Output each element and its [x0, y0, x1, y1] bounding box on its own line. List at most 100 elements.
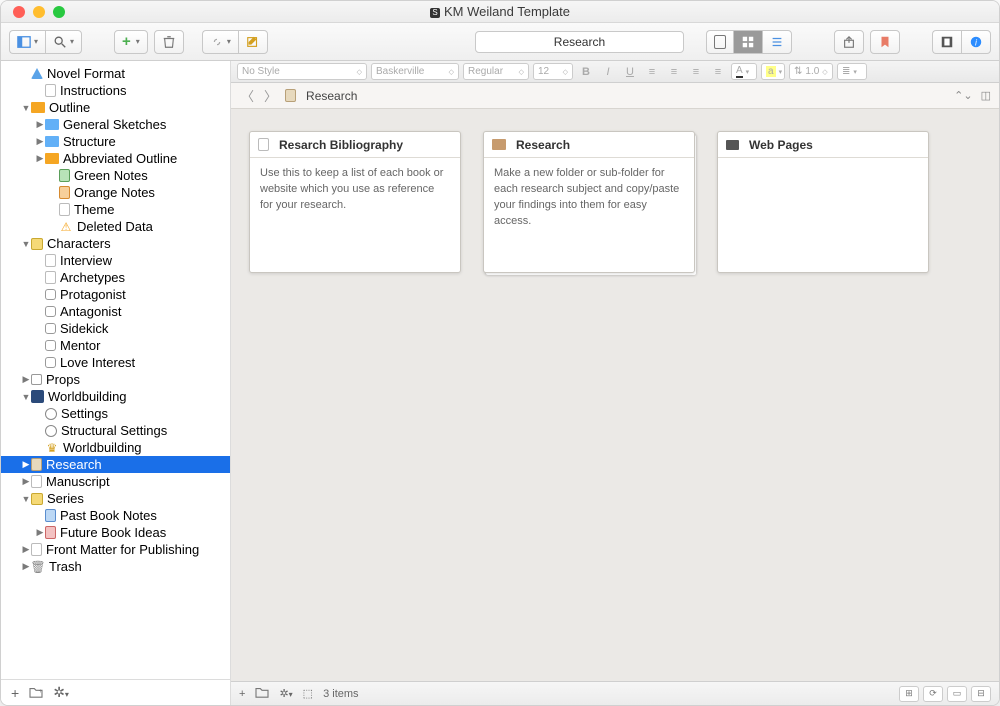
- binder-item[interactable]: Archetypes: [1, 269, 230, 286]
- disclosure-triangle[interactable]: ▶: [21, 459, 31, 470]
- binder-item[interactable]: ▶Future Book Ideas: [1, 524, 230, 541]
- disclosure-triangle[interactable]: ▶: [35, 119, 45, 130]
- inspector-toggle-button[interactable]: i: [961, 30, 991, 54]
- style-selector[interactable]: No Style◇: [237, 63, 367, 80]
- binder-item[interactable]: Instructions: [1, 82, 230, 99]
- bookmark-button[interactable]: [870, 30, 900, 54]
- binder-item[interactable]: Protagonist: [1, 286, 230, 303]
- binder-item[interactable]: ▶Structure: [1, 133, 230, 150]
- binder-item[interactable]: ♛Worldbuilding: [1, 439, 230, 456]
- binder-item[interactable]: ▶Props: [1, 371, 230, 388]
- binder-item[interactable]: ▶Research: [1, 456, 230, 473]
- binder-item[interactable]: ▶Manuscript: [1, 473, 230, 490]
- footer-add-folder-button[interactable]: [255, 686, 269, 701]
- corkboard-arrange-button[interactable]: ⊟: [971, 686, 991, 702]
- compose-button[interactable]: [238, 30, 268, 54]
- add-folder-button[interactable]: +: [29, 685, 43, 701]
- highlight-color-button[interactable]: a▾: [761, 63, 785, 80]
- corkboard[interactable]: Resarch BibliographyUse this to keep a l…: [231, 109, 999, 681]
- corkboard-grid-button[interactable]: ⊞: [899, 686, 919, 702]
- fold-icon: [45, 136, 59, 147]
- binder-item[interactable]: Antagonist: [1, 303, 230, 320]
- binder-item[interactable]: ▶Front Matter for Publishing: [1, 541, 230, 558]
- bold-button[interactable]: B: [577, 63, 595, 80]
- binder-item[interactable]: Settings: [1, 405, 230, 422]
- font-size-selector[interactable]: 12◇: [533, 63, 573, 80]
- binder-item[interactable]: ▼ Worldbuilding: [1, 388, 230, 405]
- binder-item[interactable]: Orange Notes: [1, 184, 230, 201]
- binder-item[interactable]: ▼Outline: [1, 99, 230, 116]
- corkboard-freeform-button[interactable]: ⟳: [923, 686, 943, 702]
- card-synopsis[interactable]: [718, 158, 928, 272]
- link-button[interactable]: ▾: [202, 30, 238, 54]
- index-card[interactable]: Web Pages: [717, 131, 929, 273]
- gear-menu-button[interactable]: ✲▾: [53, 684, 69, 701]
- binder-item[interactable]: ⚠Deleted Data: [1, 218, 230, 235]
- binder-item[interactable]: ▶General Sketches: [1, 116, 230, 133]
- view-single-button[interactable]: [706, 30, 733, 54]
- disclosure-triangle[interactable]: ▼: [21, 392, 31, 402]
- card-synopsis[interactable]: Use this to keep a list of each book or …: [250, 158, 460, 272]
- line-spacing-selector[interactable]: ⇅1.0◇: [789, 63, 833, 80]
- disclosure-triangle[interactable]: ▶: [35, 527, 45, 538]
- footer-add-button[interactable]: +: [239, 688, 245, 700]
- font-weight-selector[interactable]: Regular◇: [463, 63, 529, 80]
- footer-gear-button[interactable]: ✲▾: [279, 687, 292, 700]
- disclosure-triangle[interactable]: ▶: [35, 136, 45, 147]
- text-color-button[interactable]: A▾: [731, 63, 757, 80]
- binder-item-label: Worldbuilding: [48, 389, 127, 404]
- toolbar-search-input[interactable]: [475, 31, 684, 53]
- binder-item[interactable]: ▶Abbreviated Outline: [1, 150, 230, 167]
- card-synopsis[interactable]: Make a new folder or sub-folder for each…: [484, 158, 694, 272]
- align-right-button[interactable]: ≡: [687, 63, 705, 80]
- binder-item[interactable]: ▶🗑Trash: [1, 558, 230, 575]
- binder-item[interactable]: Novel Format: [1, 65, 230, 82]
- binder-item[interactable]: Sidekick: [1, 320, 230, 337]
- view-outline-button[interactable]: [762, 30, 792, 54]
- binder-item[interactable]: Interview: [1, 252, 230, 269]
- trash-button[interactable]: [154, 30, 184, 54]
- disclosure-triangle[interactable]: ▶: [21, 374, 31, 385]
- warn-icon: ⚠: [59, 220, 73, 234]
- add-item-button[interactable]: +: [11, 685, 19, 701]
- disclosure-triangle[interactable]: ▶: [21, 476, 31, 487]
- align-left-button[interactable]: ≡: [643, 63, 661, 80]
- binder-item[interactable]: Green Notes: [1, 167, 230, 184]
- align-center-button[interactable]: ≡: [665, 63, 683, 80]
- footer-selection-button[interactable]: ⬚: [303, 687, 313, 700]
- compose-mode-button[interactable]: [932, 30, 961, 54]
- breadcrumb-label[interactable]: Research: [306, 89, 357, 103]
- share-button[interactable]: [834, 30, 864, 54]
- font-selector[interactable]: Baskerville◇: [371, 63, 459, 80]
- binder-toggle-button[interactable]: ▾: [9, 30, 45, 54]
- binder-item[interactable]: ▼Characters: [1, 235, 230, 252]
- disclosure-triangle[interactable]: ▼: [21, 239, 31, 249]
- align-justify-button[interactable]: ≡: [709, 63, 727, 80]
- binder-item[interactable]: Mentor: [1, 337, 230, 354]
- corkboard-label-button[interactable]: ▭: [947, 686, 967, 702]
- screen-icon: [726, 140, 739, 150]
- disclosure-triangle[interactable]: ▼: [21, 103, 31, 113]
- binder-item[interactable]: ▼ Series: [1, 490, 230, 507]
- binder-item[interactable]: Theme: [1, 201, 230, 218]
- italic-button[interactable]: I: [599, 63, 617, 80]
- binder-item[interactable]: Past Book Notes: [1, 507, 230, 524]
- split-view-button[interactable]: ◫: [981, 89, 991, 102]
- binder-item-label: Series: [47, 491, 84, 506]
- nav-forward-button[interactable]: 〉: [262, 86, 279, 105]
- index-card[interactable]: Resarch BibliographyUse this to keep a l…: [249, 131, 461, 273]
- binder-item[interactable]: Love Interest: [1, 354, 230, 371]
- list-selector[interactable]: ≣▾: [837, 63, 867, 80]
- underline-button[interactable]: U: [621, 63, 639, 80]
- nav-back-button[interactable]: 〈: [239, 86, 256, 105]
- disclosure-triangle[interactable]: ▶: [35, 153, 45, 164]
- search-menu-button[interactable]: ▾: [45, 30, 82, 54]
- nav-up-down-button[interactable]: ⌃⌄: [954, 89, 972, 102]
- binder-item[interactable]: Structural Settings: [1, 422, 230, 439]
- view-corkboard-button[interactable]: [733, 30, 762, 54]
- binder-tree[interactable]: Novel FormatInstructions▼Outline▶General…: [1, 61, 230, 679]
- disclosure-triangle[interactable]: ▶: [21, 544, 31, 555]
- disclosure-triangle[interactable]: ▼: [21, 494, 31, 504]
- index-card[interactable]: ResearchMake a new folder or sub-folder …: [483, 131, 695, 273]
- add-button[interactable]: +▾: [114, 30, 148, 54]
